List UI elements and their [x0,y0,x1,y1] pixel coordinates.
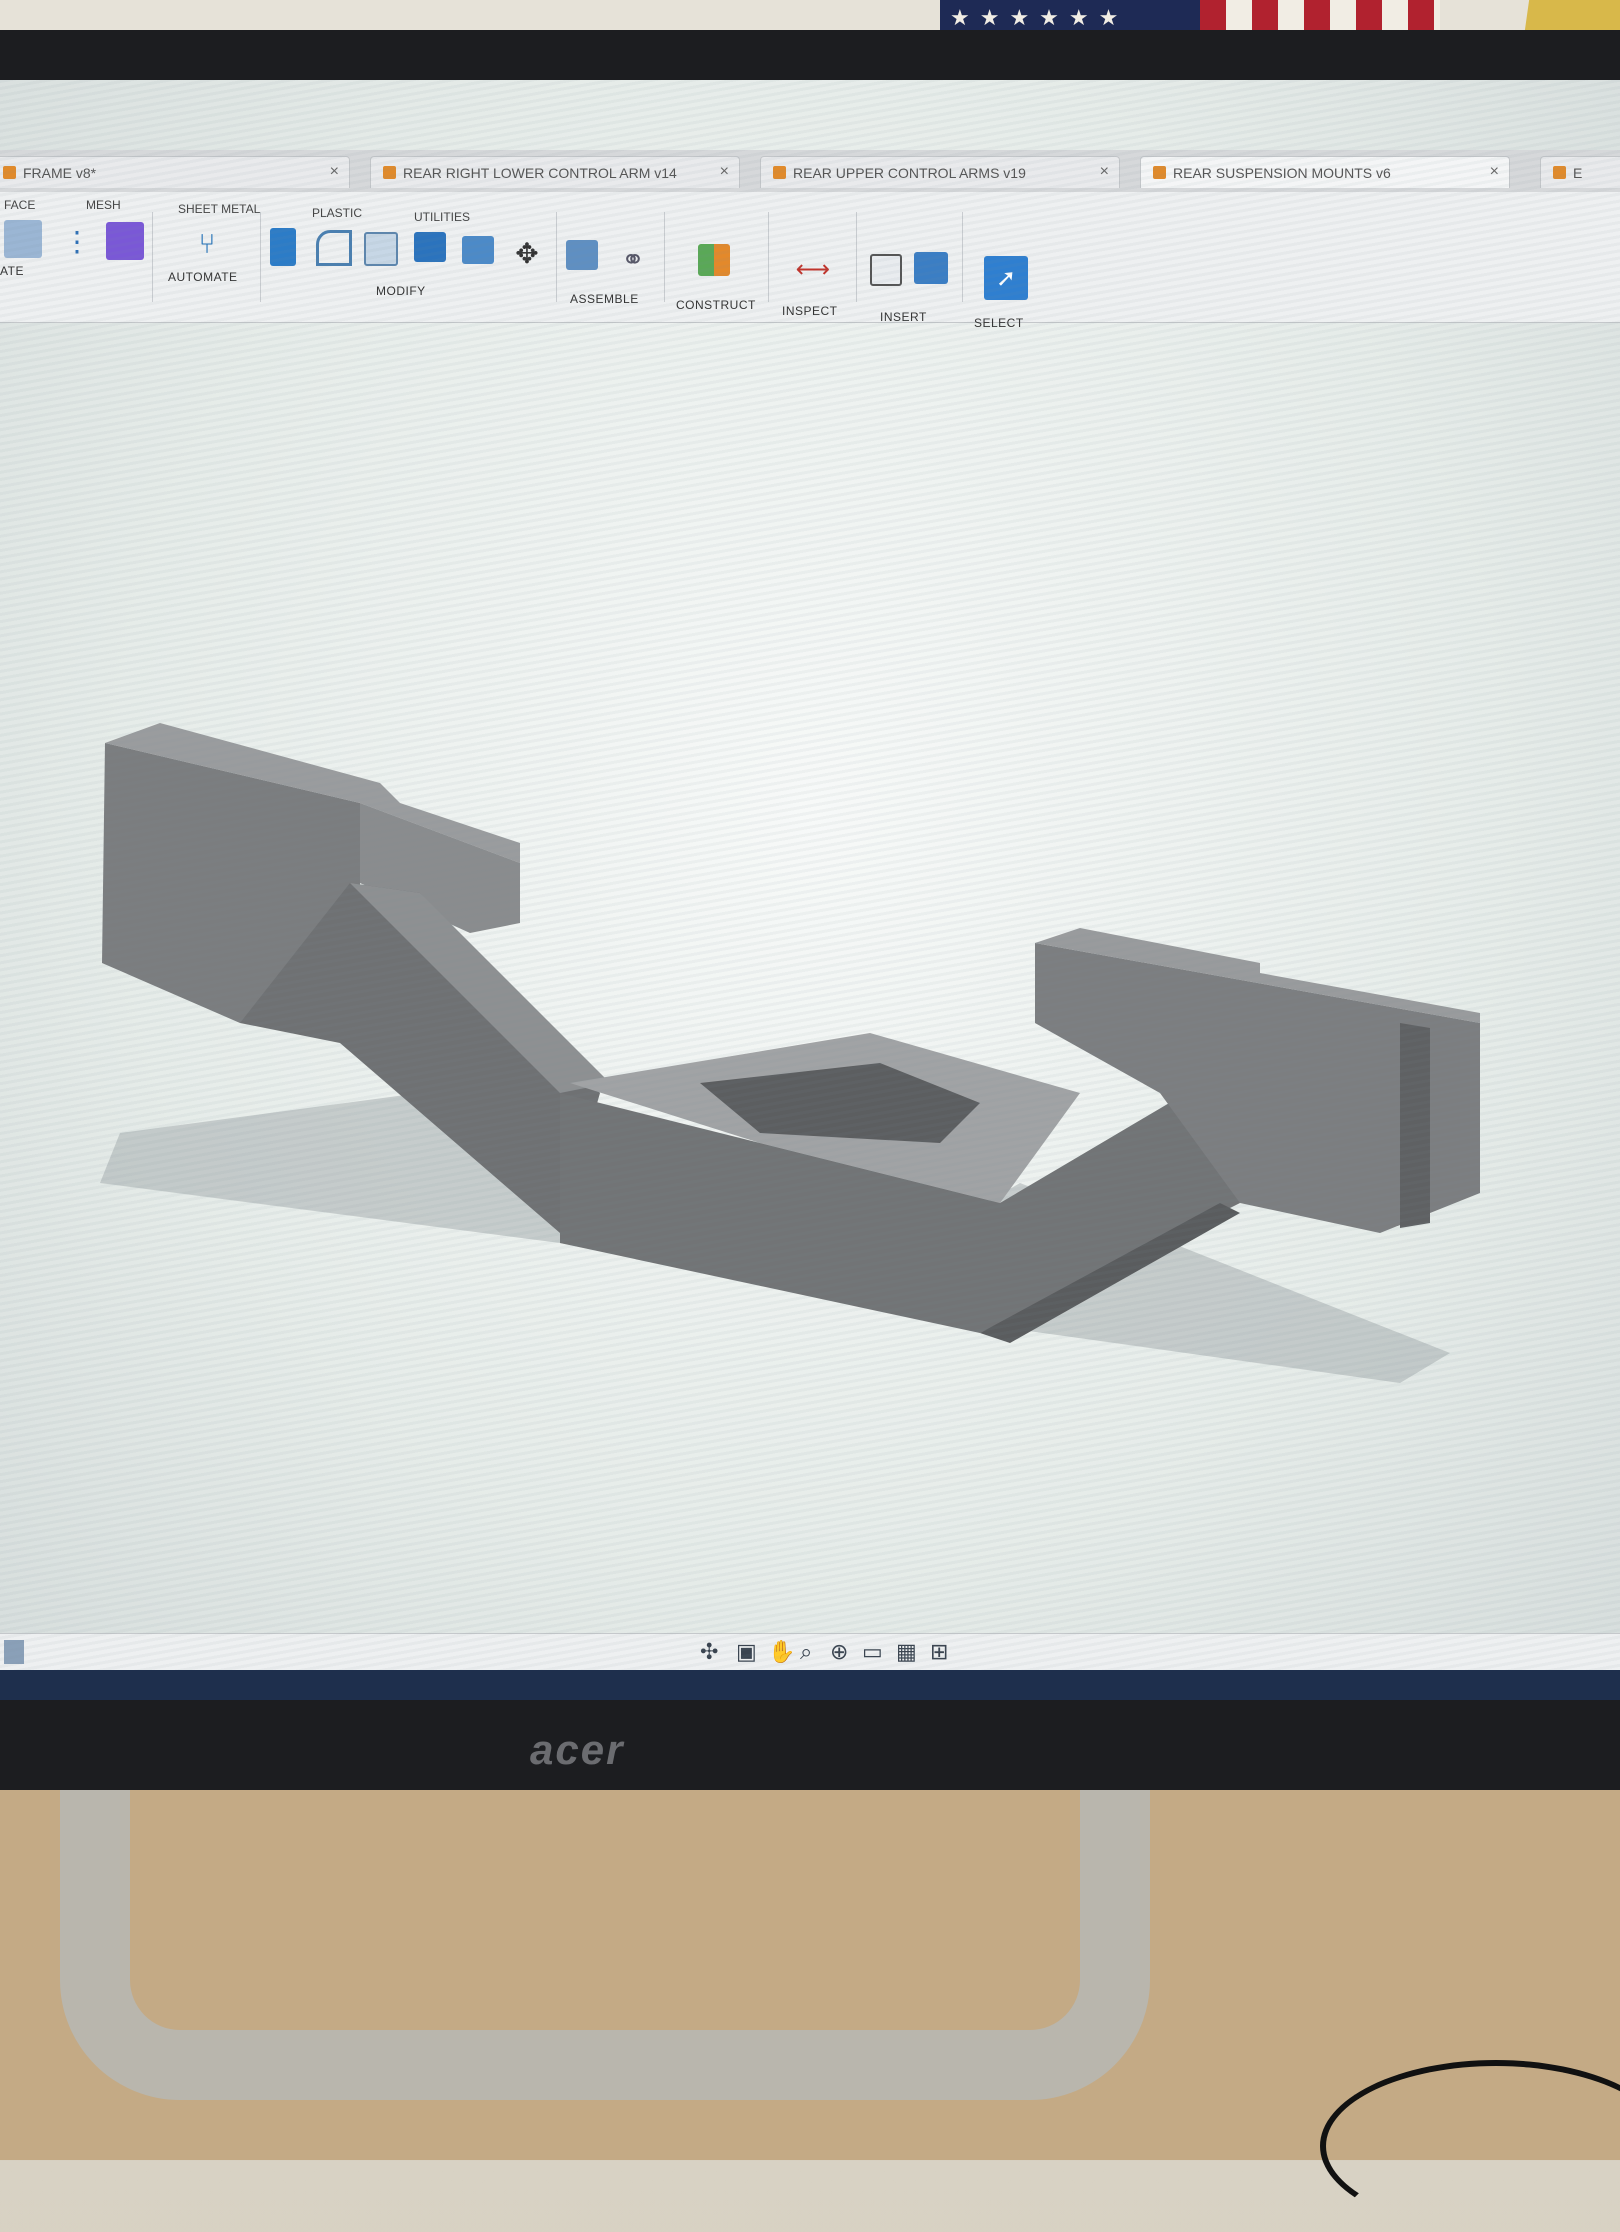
tab-label: REAR RIGHT LOWER CONTROL ARM v14 [403,164,677,181]
mesh-repair-icon[interactable] [106,222,144,260]
tab-rear-right-lower-control-arm[interactable]: REAR RIGHT LOWER CONTROL ARM v14 × [370,156,740,188]
toolbar-divider [152,212,153,302]
toolbar-divider [856,212,857,302]
fillet-icon[interactable] [316,230,352,266]
close-icon[interactable]: × [1100,163,1109,181]
move-icon[interactable]: ✥ [508,234,546,272]
construct-icon[interactable] [698,244,730,276]
mesh-tool-icon[interactable]: ⋮ [58,222,96,260]
assemble-menu[interactable]: ASSEMBLE [570,292,639,306]
viewports-icon[interactable]: ⊞ [930,1640,948,1665]
fit-icon[interactable]: ⊕ [830,1640,848,1665]
screen-bottom-strip [0,1670,1620,1700]
design-cube-icon [1153,166,1166,179]
close-icon[interactable]: × [1490,163,1499,181]
workspace-tab-utilities[interactable]: UTILITIES [414,210,470,224]
navigation-bar: ✣ ▣ ✋ ⌕ ⊕ ▭ ▦ ⊞ [0,1633,1620,1670]
monitor-brand-logo: acer [530,1726,625,1773]
workspace-tab-sheet-metal[interactable]: SHEET METAL [178,202,260,216]
shell-icon[interactable] [364,232,398,266]
right-mount-flange [1400,1023,1430,1228]
close-icon[interactable]: × [720,163,729,181]
new-component-icon[interactable] [566,240,598,270]
tab-frame[interactable]: FRAME v8* × [0,156,350,188]
insert-derive-icon[interactable] [870,254,902,286]
tab-label: E [1573,164,1583,181]
screen: FRAME v8* × REAR RIGHT LOWER CONTROL ARM… [0,80,1620,1700]
browser-toggle-icon[interactable] [4,1640,24,1664]
tab-label: REAR SUSPENSION MOUNTS v6 [1173,164,1391,181]
create-tool-icon[interactable] [4,220,42,258]
display-settings-icon[interactable]: ▭ [862,1640,883,1665]
design-cube-icon [1553,166,1566,179]
grid-icon[interactable]: ▦ [896,1640,917,1665]
measure-icon[interactable]: ⟷ [794,250,832,288]
insert-image-icon[interactable] [914,252,948,284]
toolbar-divider [260,212,261,302]
select-icon[interactable]: ➚ [984,256,1028,300]
close-icon[interactable]: × [330,163,339,181]
combine-icon[interactable] [414,232,446,262]
workspace-tab-surface[interactable]: FACE [4,198,35,212]
design-cube-icon [773,166,786,179]
create-menu-partial[interactable]: ATE [0,264,24,278]
modify-menu[interactable]: MODIFY [376,284,426,298]
document-tab-bar: FRAME v8* × REAR RIGHT LOWER CONTROL ARM… [0,150,1620,193]
ribbon-toolbar: FACE MESH SHEET METAL PLASTIC UTILITIES … [0,192,1620,330]
toolbar-divider [556,212,557,302]
design-cube-icon [383,166,396,179]
construct-menu[interactable]: CONSTRUCT [676,298,756,312]
design-cube-icon [3,166,16,179]
design-viewport[interactable] [0,323,1620,1633]
tab-label: REAR UPPER CONTROL ARMS v19 [793,164,1026,181]
tab-rear-suspension-mounts[interactable]: REAR SUSPENSION MOUNTS v6 × [1140,156,1510,188]
split-body-icon[interactable] [462,236,494,264]
orbit-icon[interactable]: ✣ [700,1640,718,1665]
toolbar-divider [962,212,963,302]
automate-icon[interactable]: ⑂ [188,224,226,262]
look-at-icon[interactable]: ▣ [736,1640,757,1665]
automate-menu[interactable]: AUTOMATE [168,270,238,284]
tab-rear-upper-control-arms[interactable]: REAR UPPER CONTROL ARMS v19 × [760,156,1120,188]
press-pull-icon[interactable] [270,228,296,266]
toolbar-divider [664,212,665,302]
workspace-tab-mesh[interactable]: MESH [86,198,121,212]
pan-icon[interactable]: ✋ [768,1640,795,1665]
tab-label: FRAME v8* [23,164,97,181]
workspace-tab-plastic[interactable]: PLASTIC [312,206,362,220]
insert-menu[interactable]: INSERT [880,310,927,324]
zoom-icon[interactable]: ⌕ [800,1640,812,1665]
tab-partial[interactable]: E [1540,156,1620,188]
joint-icon[interactable]: ⚭ [614,240,652,278]
model-canvas[interactable] [0,323,1620,1633]
monitor: FRAME v8* × REAR RIGHT LOWER CONTROL ARM… [0,30,1620,1790]
toolbar-divider [768,212,769,302]
inspect-menu[interactable]: INSPECT [782,304,838,318]
